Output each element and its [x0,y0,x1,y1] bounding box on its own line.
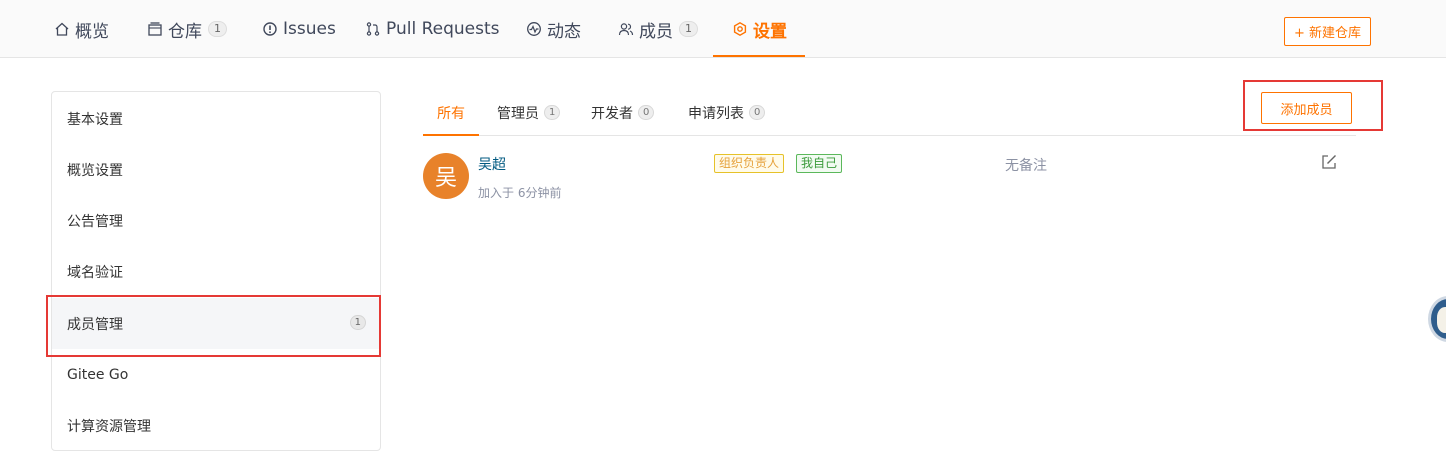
avatar[interactable]: 吴 [423,153,469,199]
nav-repos-label: 仓库 [168,21,202,42]
tab-developers-label: 开发者 [591,105,633,122]
tab-all-label: 所有 [437,105,465,122]
tab-all[interactable]: 所有 [423,90,479,136]
activity-icon [525,20,543,38]
top-nav: 概览 仓库 1 Issues Pull Requests 动态 成员 1 设置 … [0,0,1446,58]
sidebar-item-label: 公告管理 [67,213,123,230]
nav-overview[interactable]: 概览 [53,0,109,58]
nav-pull-requests[interactable]: Pull Requests [364,0,500,58]
sidebar-item-basic-settings[interactable]: 基本设置 [52,93,380,144]
self-badge: 我自己 [796,154,843,173]
sidebar-item-label: 成员管理 [67,316,123,333]
nav-activity[interactable]: 动态 [525,0,581,58]
sidebar-item-label: Gitee Go [67,366,129,383]
sidebar-item-member-management[interactable]: 成员管理 1 [52,298,380,349]
tab-developers[interactable]: 开发者 0 [591,90,655,135]
settings-sidebar: 基本设置 概览设置 公告管理 域名验证 成员管理 1 Gitee Go 计算资源… [51,91,381,451]
tab-requests-count: 0 [749,105,766,120]
nav-members-label: 成员 [639,21,673,42]
new-repo-button[interactable]: + 新建仓库 [1284,17,1371,46]
nav-issues[interactable]: Issues [261,0,336,58]
repo-icon [146,20,164,38]
sidebar-item-label: 计算资源管理 [67,418,151,435]
floating-assistant-avatar[interactable] [1428,296,1446,342]
home-icon [53,20,71,38]
sidebar-item-announcements[interactable]: 公告管理 [52,195,380,246]
owner-badge: 组织负责人 [714,154,785,173]
sidebar-item-overview-settings[interactable]: 概览设置 [52,144,380,195]
issue-icon [261,20,279,38]
nav-pull-requests-label: Pull Requests [386,19,500,39]
member-tabs: 所有 管理员 1 开发者 0 申请列表 0 [423,90,1356,136]
nav-members-count: 1 [679,21,698,37]
tab-admins[interactable]: 管理员 1 [497,90,561,135]
member-joined-time: 加入于 6分钟前 [478,186,562,200]
nav-members[interactable]: 成员 1 [617,0,698,58]
members-icon [617,20,635,38]
sidebar-item-domain-verification[interactable]: 域名验证 [52,246,380,297]
sidebar-item-label: 基本设置 [67,111,123,128]
nav-issues-label: Issues [283,19,336,39]
pull-request-icon [364,20,382,38]
add-member-button[interactable]: 添加成员 [1261,92,1352,124]
sidebar-item-compute-resources[interactable]: 计算资源管理 [52,400,380,451]
member-name[interactable]: 吴超 [478,154,506,174]
sidebar-item-label: 域名验证 [67,264,123,281]
sidebar-item-label: 概览设置 [67,162,123,179]
tab-developers-count: 0 [638,105,655,120]
nav-overview-label: 概览 [75,21,109,42]
tab-admins-label: 管理员 [497,105,539,122]
settings-icon [731,20,749,38]
tab-requests-label: 申请列表 [688,105,744,122]
nav-repos[interactable]: 仓库 1 [146,0,227,58]
member-remark: 无备注 [1005,158,1047,174]
edit-icon[interactable] [1320,153,1338,171]
nav-activity-label: 动态 [547,21,581,42]
nav-settings[interactable]: 设置 [713,0,805,58]
member-count-badge: 1 [349,315,366,330]
sidebar-item-gitee-go[interactable]: Gitee Go [52,349,380,400]
tab-admins-count: 1 [544,105,561,120]
nav-repos-count: 1 [208,21,227,37]
nav-settings-label: 设置 [753,21,787,42]
tab-requests[interactable]: 申请列表 0 [688,90,766,135]
